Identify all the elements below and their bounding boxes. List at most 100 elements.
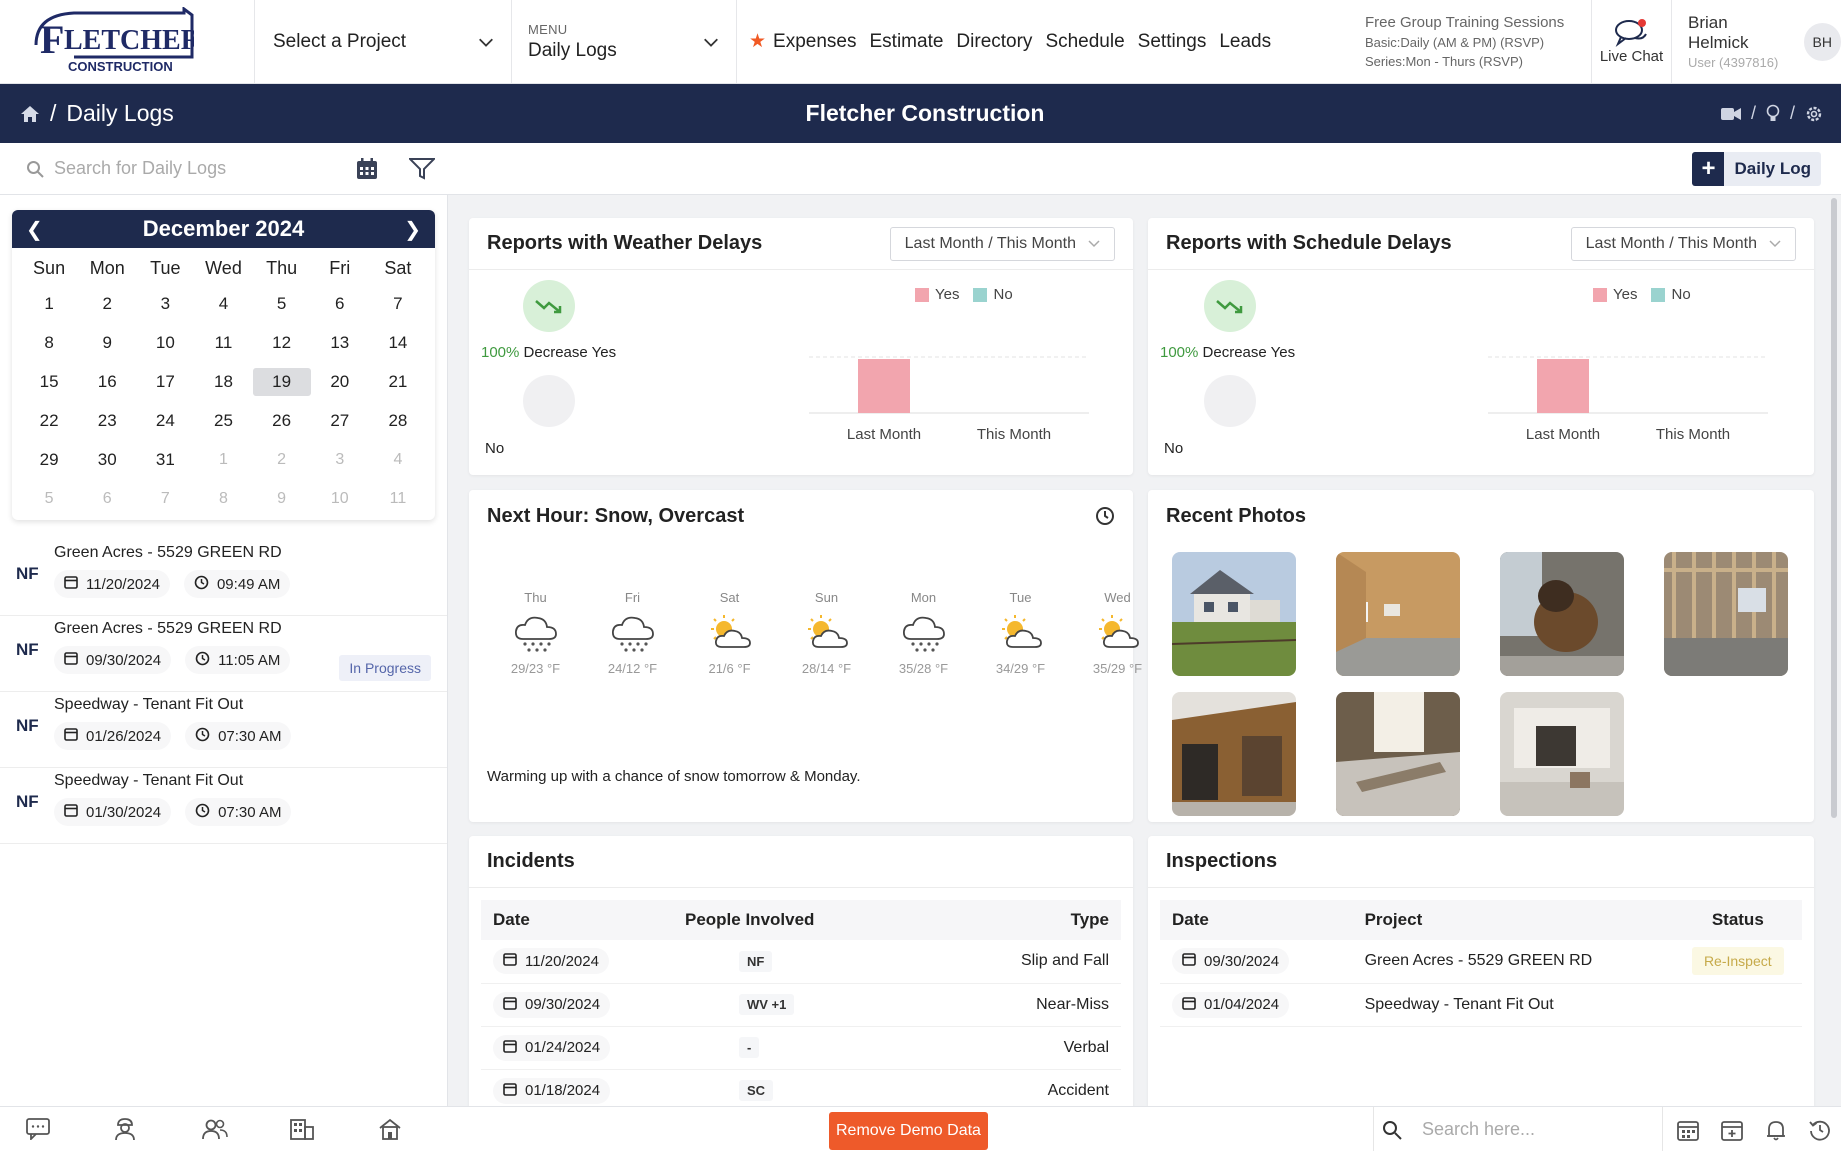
calendar-day[interactable]: 19: [252, 362, 311, 401]
calendar-day[interactable]: 5: [20, 479, 78, 518]
photo-thumbnail[interactable]: [1500, 552, 1624, 676]
photo-thumbnail[interactable]: [1172, 552, 1296, 676]
user-menu[interactable]: Brian Helmick User (4397816) BH: [1672, 0, 1841, 83]
nav-settings[interactable]: Settings: [1138, 31, 1207, 53]
nav-expenses[interactable]: Expenses: [773, 31, 856, 53]
filter-icon[interactable]: [409, 158, 435, 180]
company-logo[interactable]: F LETCHER CONSTRUCTION: [0, 0, 255, 83]
chevron-left-icon[interactable]: ❮: [26, 217, 43, 242]
live-chat-button[interactable]: Live Chat: [1592, 0, 1672, 83]
calendar-day[interactable]: 31: [136, 440, 194, 479]
message-icon[interactable]: [26, 1117, 114, 1141]
calendar-day[interactable]: 9: [78, 323, 136, 362]
calendar-day[interactable]: 21: [369, 362, 427, 401]
photo-thumbnail[interactable]: [1336, 552, 1460, 676]
training-line2[interactable]: Series:Mon - Thurs (RSVP): [1365, 54, 1591, 69]
photo-thumbnail[interactable]: [1500, 692, 1624, 816]
calendar-day[interactable]: 7: [369, 284, 427, 323]
calendar-icon[interactable]: [1677, 1119, 1699, 1141]
calendar-day[interactable]: 14: [369, 323, 427, 362]
nav-leads[interactable]: Leads: [1219, 31, 1271, 53]
calendar-day[interactable]: 15: [20, 362, 78, 401]
video-camera-icon[interactable]: [1720, 107, 1741, 121]
worker-icon[interactable]: [114, 1117, 202, 1141]
calendar-day[interactable]: 4: [369, 440, 427, 479]
table-row[interactable]: 09/30/2024 Green Acres - 5529 GREEN RD Re-…: [1160, 940, 1802, 984]
nav-schedule[interactable]: Schedule: [1045, 31, 1124, 53]
calendar-day[interactable]: 18: [194, 362, 252, 401]
history-icon[interactable]: [1809, 1119, 1831, 1141]
table-row[interactable]: 01/04/2024 Speedway - Tenant Fit Out: [1160, 983, 1802, 1027]
calendar-day[interactable]: 12: [253, 323, 311, 362]
calendar-day[interactable]: 25: [194, 401, 252, 440]
calendar-day[interactable]: 20: [311, 362, 369, 401]
calendar-day[interactable]: 30: [78, 440, 136, 479]
calendar-day[interactable]: 17: [136, 362, 194, 401]
calendar-day[interactable]: 10: [311, 479, 369, 518]
calendar-day[interactable]: 8: [20, 323, 78, 362]
users-icon[interactable]: [202, 1117, 290, 1141]
incident-date: 09/30/2024: [481, 983, 673, 1027]
table-row[interactable]: 01/24/2024 - Verbal: [481, 1026, 1121, 1070]
clock-icon[interactable]: [1095, 506, 1115, 526]
calendar-day[interactable]: 7: [136, 479, 194, 518]
add-daily-log-button[interactable]: + Daily Log: [1692, 152, 1821, 186]
calendar-day[interactable]: 26: [253, 401, 311, 440]
nav-estimate[interactable]: Estimate: [870, 31, 944, 53]
calendar-day[interactable]: 16: [78, 362, 136, 401]
bell-icon[interactable]: [1765, 1119, 1787, 1141]
avatar[interactable]: BH: [1803, 22, 1841, 61]
calendar-day[interactable]: 2: [78, 284, 136, 323]
house-icon[interactable]: [378, 1117, 466, 1141]
scrollbar[interactable]: [1831, 198, 1837, 818]
calendar-day[interactable]: 22: [20, 401, 78, 440]
search-input[interactable]: Search for Daily Logs: [0, 158, 340, 179]
calendar-day[interactable]: 11: [194, 323, 252, 362]
bottom-search-input[interactable]: Search here...: [1373, 1107, 1663, 1151]
chevron-right-icon[interactable]: ❯: [404, 217, 421, 242]
calendar-day[interactable]: 29: [20, 440, 78, 479]
calendar-day[interactable]: 28: [369, 401, 427, 440]
building-icon[interactable]: [290, 1117, 378, 1141]
lightbulb-icon[interactable]: [1766, 104, 1780, 124]
calendar-icon[interactable]: [355, 157, 379, 181]
calendar-day[interactable]: 6: [311, 284, 369, 323]
calendar-day[interactable]: 9: [253, 479, 311, 518]
calendar-day[interactable]: 13: [311, 323, 369, 362]
home-icon[interactable]: [20, 105, 40, 123]
menu-select[interactable]: MENU Daily Logs: [512, 0, 737, 83]
project-select[interactable]: Select a Project: [255, 0, 512, 83]
calendar-day[interactable]: 11: [369, 479, 427, 518]
calendar-day[interactable]: 1: [194, 440, 252, 479]
photo-thumbnail[interactable]: [1664, 552, 1788, 676]
list-item[interactable]: NF Green Acres - 5529 GREEN RD 09/30/2024 1…: [0, 616, 447, 692]
nav-directory[interactable]: Directory: [956, 31, 1032, 53]
calendar-day[interactable]: 3: [311, 440, 369, 479]
remove-demo-data-button[interactable]: Remove Demo Data: [829, 1112, 988, 1150]
calendar-day[interactable]: 24: [136, 401, 194, 440]
calendar-day[interactable]: 23: [78, 401, 136, 440]
table-row[interactable]: 09/30/2024 WV +1 Near-Miss: [481, 983, 1121, 1027]
photo-thumbnail[interactable]: [1172, 692, 1296, 816]
calendar-day[interactable]: 27: [311, 401, 369, 440]
gear-icon[interactable]: [1805, 105, 1823, 123]
photo-thumbnail[interactable]: [1336, 692, 1460, 816]
calendar-add-icon[interactable]: [1721, 1119, 1743, 1141]
calendar-day[interactable]: 1: [20, 284, 78, 323]
calendar-day[interactable]: 6: [78, 479, 136, 518]
calendar-day[interactable]: 3: [136, 284, 194, 323]
calendar-day[interactable]: 4: [194, 284, 252, 323]
training-line1[interactable]: Basic:Daily (AM & PM) (RSVP): [1365, 35, 1591, 50]
list-item[interactable]: NF Green Acres - 5529 GREEN RD 11/20/2024 0…: [0, 540, 447, 616]
list-item[interactable]: NF Speedway - Tenant Fit Out 01/30/2024 07:…: [0, 768, 447, 844]
list-item[interactable]: NF Speedway - Tenant Fit Out 01/26/2024 07:…: [0, 692, 447, 768]
training-sessions[interactable]: Free Group Training Sessions Basic:Daily…: [1357, 0, 1592, 83]
range-dropdown[interactable]: Last Month / This Month: [1570, 226, 1796, 261]
star-icon[interactable]: ★: [749, 30, 766, 53]
table-row[interactable]: 11/20/2024 NF Slip and Fall: [481, 940, 1121, 984]
calendar-day[interactable]: 2: [253, 440, 311, 479]
calendar-day[interactable]: 5: [253, 284, 311, 323]
calendar-day[interactable]: 8: [194, 479, 252, 518]
range-dropdown[interactable]: Last Month / This Month: [889, 226, 1115, 261]
calendar-day[interactable]: 10: [136, 323, 194, 362]
